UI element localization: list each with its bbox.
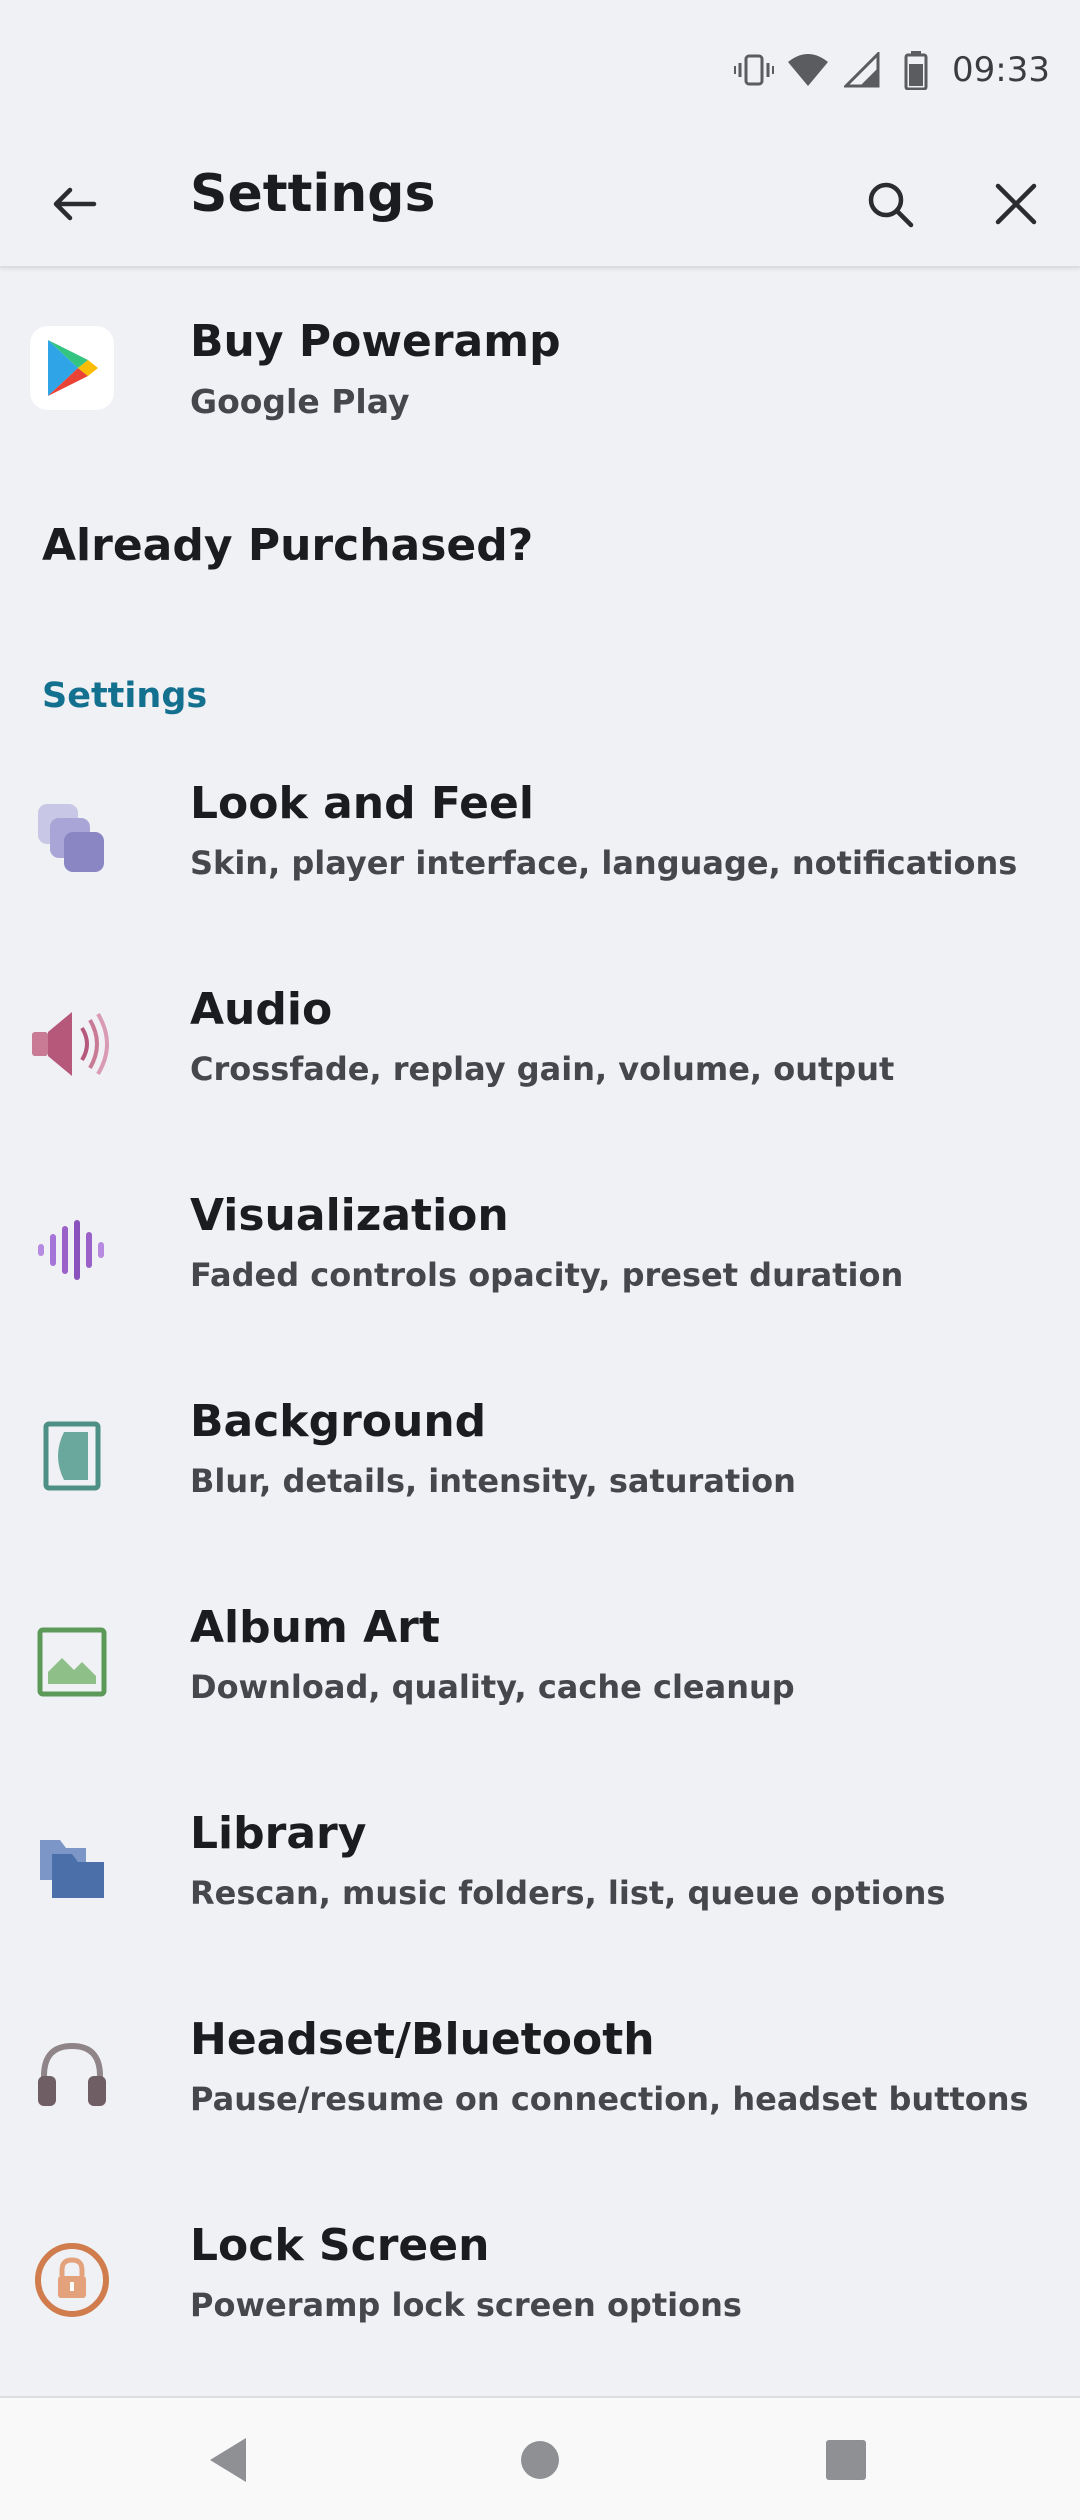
speaker-icon [30,1002,114,1086]
battery-icon [894,48,938,92]
settings-item-headset-bluetooth[interactable]: Headset/Bluetooth Pause/resume on connec… [0,1988,1080,2194]
item-subtitle: Poweramp lock screen options [190,2286,742,2324]
back-arrow-icon[interactable] [40,170,108,238]
buy-poweramp-row[interactable]: Buy Poweramp Google Play [0,290,1080,450]
buy-title: Buy Poweramp [190,316,561,367]
navigation-bar [0,2396,1080,2520]
settings-item-library[interactable]: Library Rescan, music folders, list, que… [0,1782,1080,1988]
nav-back-icon[interactable] [196,2428,260,2492]
settings-list: Look and Feel Skin, player interface, la… [0,752,1080,2400]
image-icon [30,1620,114,1704]
google-play-icon [30,326,114,410]
item-subtitle: Faded controls opacity, preset duration [190,1256,904,1294]
nav-recents-icon[interactable] [814,2428,878,2492]
settings-item-background[interactable]: Background Blur, details, intensity, sat… [0,1370,1080,1576]
vibrate-icon [732,48,776,92]
item-subtitle: Skin, player interface, language, notifi… [190,844,1018,882]
page-title: Settings [190,164,436,224]
folder-icon [30,1826,114,1910]
look-and-feel-icon [30,796,114,880]
item-title: Album Art [190,1602,440,1653]
item-subtitle: Crossfade, replay gain, volume, output [190,1050,895,1088]
search-icon[interactable] [856,170,924,238]
lock-icon [30,2238,114,2322]
settings-item-visualization[interactable]: Visualization Faded controls opacity, pr… [0,1164,1080,1370]
item-subtitle: Pause/resume on connection, headset butt… [190,2080,1029,2118]
settings-item-lock-screen[interactable]: Lock Screen Poweramp lock screen options [0,2194,1080,2400]
item-title: Audio [190,984,333,1035]
settings-item-look-and-feel[interactable]: Look and Feel Skin, player interface, la… [0,752,1080,958]
item-title: Lock Screen [190,2220,490,2271]
section-header-settings: Settings [42,676,208,716]
waveform-icon [30,1208,114,1292]
headphones-icon [30,2032,114,2116]
wifi-icon [786,48,830,92]
close-icon[interactable] [982,170,1050,238]
settings-item-audio[interactable]: Audio Crossfade, replay gain, volume, ou… [0,958,1080,1164]
buy-subtitle: Google Play [190,382,410,421]
item-title: Library [190,1808,367,1859]
item-title: Background [190,1396,487,1447]
signal-icon [840,48,884,92]
nav-home-icon[interactable] [508,2428,572,2492]
item-title: Look and Feel [190,778,534,829]
item-subtitle: Download, quality, cache cleanup [190,1668,795,1706]
settings-item-album-art[interactable]: Album Art Download, quality, cache clean… [0,1576,1080,1782]
background-icon [30,1414,114,1498]
already-purchased-link[interactable]: Already Purchased? [42,520,533,571]
status-bar: 09:33 [0,0,1080,140]
item-title: Headset/Bluetooth [190,2014,655,2065]
app-bar: Settings [0,140,1080,268]
item-title: Visualization [190,1190,509,1241]
item-subtitle: Rescan, music folders, list, queue optio… [190,1874,946,1912]
item-subtitle: Blur, details, intensity, saturation [190,1462,796,1500]
clock: 09:33 [952,50,1050,90]
